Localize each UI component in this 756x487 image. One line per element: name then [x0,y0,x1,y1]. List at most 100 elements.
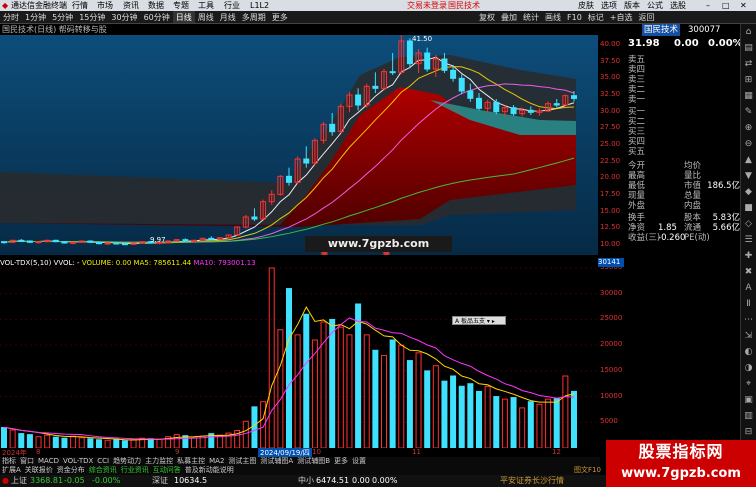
right-tool-icon[interactable]: ✖ [741,264,756,280]
period-60min[interactable]: 60分钟 [141,11,173,23]
period-5min[interactable]: 5分钟 [49,11,76,23]
indicator-tab[interactable]: 主力监控 [143,457,175,465]
restore-rights-button[interactable]: 复权 [476,11,498,23]
right-tool-icon[interactable]: Ⅱ [741,296,756,312]
right-tool-icon[interactable]: ⋯ [741,312,756,328]
info-tab[interactable]: 资金分布 [55,466,87,474]
volume-bar [277,329,284,448]
indicator-tab[interactable]: 更多 [332,457,350,465]
right-tool-icon[interactable]: ▤ [741,40,756,56]
status-sz-label[interactable]: 深证 [152,475,168,487]
board-popup[interactable]: A 板品五支 ▾ ▸ [452,316,506,325]
period-tick[interactable]: 分时 [0,11,22,23]
date-month-10: 10 [312,448,321,456]
right-tool-icon[interactable]: ▲ [741,152,756,168]
period-month[interactable]: 月线 [217,11,239,23]
add-favorite-button[interactable]: +自选 [607,11,636,23]
right-tool-icon[interactable]: ◑ [741,360,756,376]
volume-bar [121,440,128,448]
period-15min[interactable]: 15分钟 [76,11,108,23]
indicator-tab[interactable]: MA2 [207,457,226,465]
right-tool-icon[interactable]: ⌂ [741,24,756,40]
info-tab[interactable]: 互动问答 [151,466,183,474]
right-tool-icon[interactable]: ⊖ [741,136,756,152]
period-week[interactable]: 周线 [195,11,217,23]
period-day[interactable]: 日线 [172,11,195,23]
status-sh-label[interactable]: 上证 [11,475,27,487]
menu-options[interactable]: 选项 [601,0,617,11]
volume-axis-tick: 20000 [600,340,623,349]
right-tool-icon[interactable]: ▦ [741,88,756,104]
right-tool-icon[interactable]: ◐ [741,344,756,360]
minimize-icon[interactable]: – [706,0,710,11]
right-tool-icon[interactable]: ■ [741,200,756,216]
indicator-tab[interactable]: 趋势动力 [111,457,143,465]
close-icon[interactable]: ✕ [740,0,747,11]
candle-body [372,85,379,89]
indicator-tab[interactable]: 指标 [0,457,18,465]
status-sz-value: 10634.5 [174,476,208,485]
volume-axis-tick: 5000 [600,417,618,426]
back-button[interactable]: 返回 [635,11,657,23]
right-tool-icon[interactable]: A [741,280,756,296]
right-tool-icon[interactable]: ⇄ [741,56,756,72]
right-tool-icon[interactable]: ⊞ [741,72,756,88]
info-tab[interactable]: 扩展A [0,466,23,474]
period-1min[interactable]: 1分钟 [22,11,49,23]
menu-data[interactable]: 数据 [148,0,164,11]
menu-topic[interactable]: 专题 [173,0,189,11]
right-tool-icon[interactable]: ✎ [741,104,756,120]
info-tab[interactable]: 综合资讯 [87,466,119,474]
menu-market[interactable]: 市场 [97,0,113,11]
right-tool-icon[interactable]: ☰ [741,232,756,248]
volume-chart[interactable] [0,258,598,448]
menu-quote[interactable]: 行情 [72,0,88,11]
menu-version[interactable]: 版本 [624,0,640,11]
indicator-tab[interactable]: 测试辅图B [295,457,332,465]
right-tool-icon[interactable]: ◇ [741,216,756,232]
indicator-tab[interactable]: MACD [36,457,61,465]
maximize-icon[interactable]: □ [722,0,730,11]
info-tab[interactable]: 普及新动能说明 [183,466,236,474]
volume-bar [113,438,120,448]
status-zx-label[interactable]: 中小 [298,475,314,487]
indicator-tab[interactable]: CCI [95,457,111,465]
right-tool-icon[interactable]: ◆ [741,184,756,200]
right-tool-icon[interactable]: ⌖ [741,376,756,392]
period-more[interactable]: 更多 [269,11,291,23]
overlay-button[interactable]: 叠加 [498,11,520,23]
indicator-tab[interactable]: 测试辅图A [258,457,295,465]
indicator-tab[interactable]: 设置 [350,457,368,465]
menu-formula[interactable]: 公式 [647,0,663,11]
draw-line-button[interactable]: 画线 [542,11,564,23]
menu-industry[interactable]: 行业 [224,0,240,11]
menu-tools[interactable]: 工具 [198,0,214,11]
indicator-tab[interactable]: 窗口 [18,457,36,465]
f10-link[interactable]: 图文F10 [574,466,606,475]
period-30min[interactable]: 30分钟 [108,11,140,23]
indicator-tab[interactable]: 测试主图 [226,457,258,465]
price-chart[interactable]: 41.50 9.97 ◙ ◙ [0,35,598,255]
period-multi[interactable]: 多周期 [239,11,269,23]
mark-button[interactable]: 标记 [585,11,607,23]
menu-l1l2[interactable]: L1L2 [250,0,269,11]
menu-news[interactable]: 资讯 [123,0,139,11]
info-tab[interactable]: 关联报价 [23,466,55,474]
stats-button[interactable]: 统计 [520,11,542,23]
right-tool-icon[interactable]: ▣ [741,392,756,408]
right-tool-icon[interactable]: ⊟ [741,424,756,440]
indicator-tab[interactable]: 私募主控 [175,457,207,465]
info-tab[interactable]: 行业资讯 [119,466,151,474]
menu-skin[interactable]: 皮肤 [578,0,594,11]
login-status[interactable]: 交易未登录 [407,0,447,11]
status-zx-pct: 0.00% [372,476,398,485]
right-tool-icon[interactable]: ⊕ [741,120,756,136]
menu-stock-pick[interactable]: 选股 [670,0,686,11]
right-tool-icon[interactable]: ▥ [741,408,756,424]
f10-button[interactable]: F10 [564,11,585,23]
right-tool-icon[interactable]: ▼ [741,168,756,184]
right-tool-icon[interactable]: ✚ [741,248,756,264]
right-tool-icon[interactable]: ⇲ [741,328,756,344]
indicator-tab[interactable]: VOL-TDX [61,457,95,465]
candle-body [527,109,534,113]
